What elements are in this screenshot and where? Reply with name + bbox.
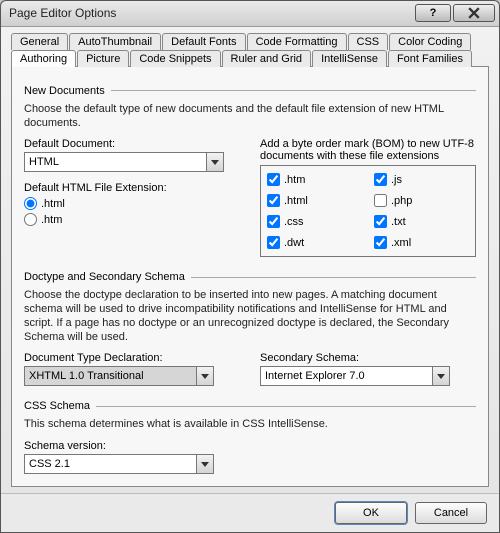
radio-label: .html <box>41 198 65 210</box>
chevron-down-icon <box>437 374 445 379</box>
tab-default-fonts[interactable]: Default Fonts <box>162 33 245 50</box>
bom-checkbox[interactable] <box>267 215 280 228</box>
default-document-combo[interactable] <box>24 152 224 172</box>
tab-css[interactable]: CSS <box>348 33 389 50</box>
tab-autothumbnail[interactable]: AutoThumbnail <box>69 33 161 50</box>
bom-item-txt[interactable]: .txt <box>374 215 469 228</box>
css-version-input[interactable] <box>24 454 196 474</box>
dialog-content: GeneralAutoThumbnailDefault FontsCode Fo… <box>1 27 499 493</box>
tab-picture[interactable]: Picture <box>77 50 129 67</box>
secondary-schema-dropdown-button[interactable] <box>432 366 450 386</box>
bom-item-js[interactable]: .js <box>374 173 469 186</box>
doctype-desc: Choose the doctype declaration to be ins… <box>24 289 476 344</box>
radio-input[interactable] <box>24 213 37 226</box>
css-desc: This schema determines what is available… <box>24 418 476 432</box>
bom-label: .js <box>391 174 402 186</box>
bom-label: .htm <box>284 174 305 186</box>
bom-item-css[interactable]: .css <box>267 215 362 228</box>
bom-item-dwt[interactable]: .dwt <box>267 236 362 249</box>
css-version-dropdown-button[interactable] <box>196 454 214 474</box>
radio-ext-htm[interactable]: .htm <box>24 213 240 226</box>
chevron-down-icon <box>201 374 209 379</box>
dialog-window: Page Editor Options ? GeneralAutoThumbna… <box>0 0 500 533</box>
doctype-input[interactable] <box>24 366 196 386</box>
group-doctype-heading: Doctype and Secondary Schema <box>24 271 191 283</box>
group-css-heading: CSS Schema <box>24 400 96 412</box>
bom-item-html[interactable]: .html <box>267 194 362 207</box>
bom-label: .txt <box>391 216 406 228</box>
group-newdocs-heading: New Documents <box>24 85 111 97</box>
bom-checkbox[interactable] <box>267 173 280 186</box>
chevron-down-icon <box>211 160 219 165</box>
tab-font-families[interactable]: Font Families <box>388 50 472 67</box>
cancel-button[interactable]: Cancel <box>415 502 487 524</box>
radio-label: .htm <box>41 214 62 226</box>
close-button[interactable] <box>453 4 495 22</box>
dialog-title: Page Editor Options <box>9 6 413 20</box>
bom-checkbox[interactable] <box>374 236 387 249</box>
bom-checkbox[interactable] <box>267 236 280 249</box>
bom-label: .dwt <box>284 237 304 249</box>
tab-panel-authoring: New Documents Choose the default type of… <box>11 66 489 487</box>
help-icon: ? <box>430 7 437 19</box>
bom-label: .html <box>284 195 308 207</box>
doctype-dropdown-button[interactable] <box>196 366 214 386</box>
bom-label: .xml <box>391 237 411 249</box>
css-version-label: Schema version: <box>24 440 476 452</box>
bom-label: Add a byte order mark (BOM) to new UTF-8… <box>260 138 476 162</box>
bom-checkbox[interactable] <box>374 194 387 207</box>
secondary-schema-input[interactable] <box>260 366 432 386</box>
bom-label: .css <box>284 216 304 228</box>
ok-button[interactable]: OK <box>335 502 407 524</box>
tab-general[interactable]: General <box>11 33 68 50</box>
help-button[interactable]: ? <box>415 4 451 22</box>
bom-checkbox[interactable] <box>374 215 387 228</box>
secondary-schema-label: Secondary Schema: <box>260 352 476 364</box>
titlebar: Page Editor Options ? <box>1 1 499 27</box>
bom-item-htm[interactable]: .htm <box>267 173 362 186</box>
tab-intellisense[interactable]: IntelliSense <box>312 50 387 67</box>
radio-ext-html[interactable]: .html <box>24 197 240 210</box>
bom-label: .php <box>391 195 412 207</box>
dtd-label: Document Type Declaration: <box>24 352 240 364</box>
doctype-combo[interactable] <box>24 366 214 386</box>
close-icon <box>468 7 480 19</box>
bom-item-php[interactable]: .php <box>374 194 469 207</box>
newdocs-desc: Choose the default type of new documents… <box>24 103 476 131</box>
default-document-dropdown-button[interactable] <box>206 152 224 172</box>
bom-extension-list: .htm .js .html .php .css .txt .dwt .xml <box>260 165 476 257</box>
tab-ruler-and-grid[interactable]: Ruler and Grid <box>222 50 312 67</box>
tab-color-coding[interactable]: Color Coding <box>389 33 471 50</box>
radio-input[interactable] <box>24 197 37 210</box>
bom-item-xml[interactable]: .xml <box>374 236 469 249</box>
default-doc-label: Default Document: <box>24 138 240 150</box>
default-ext-label: Default HTML File Extension: <box>24 182 240 194</box>
chevron-down-icon <box>201 462 209 467</box>
tab-authoring[interactable]: Authoring <box>11 50 76 67</box>
tabstrip: GeneralAutoThumbnailDefault FontsCode Fo… <box>11 33 489 67</box>
tab-code-formatting[interactable]: Code Formatting <box>247 33 347 50</box>
secondary-schema-combo[interactable] <box>260 366 450 386</box>
tab-code-snippets[interactable]: Code Snippets <box>130 50 220 67</box>
bom-checkbox[interactable] <box>374 173 387 186</box>
bom-checkbox[interactable] <box>267 194 280 207</box>
css-version-combo[interactable] <box>24 454 214 474</box>
dialog-button-bar: OK Cancel <box>1 493 499 532</box>
default-document-input[interactable] <box>24 152 206 172</box>
